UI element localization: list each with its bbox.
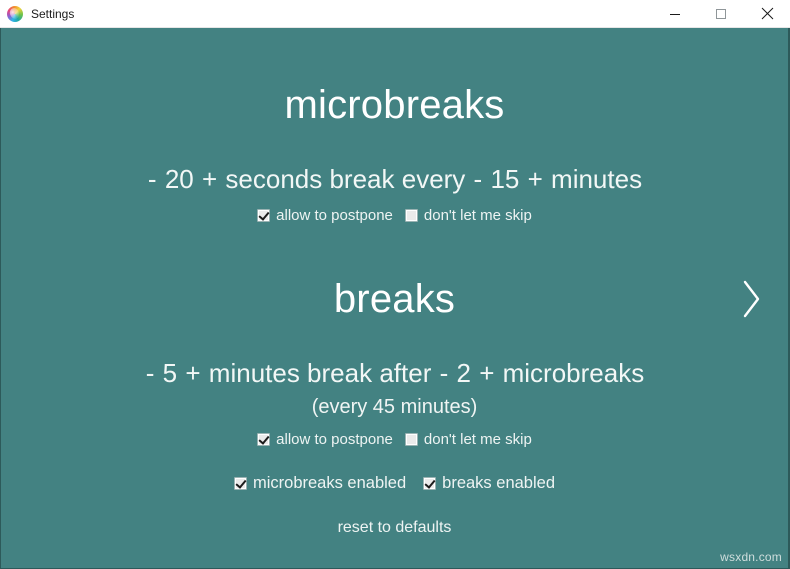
breaks-enabled-option[interactable]: breaks enabled: [423, 475, 555, 492]
app-spiral-icon: [7, 5, 23, 22]
breaks-frequency-note: (every 45 minutes): [311, 396, 478, 419]
microbreaks-enabled-checkbox[interactable]: [233, 476, 247, 490]
breaks-duration-decrement[interactable]: -: [145, 358, 156, 388]
microbreaks-enabled-option[interactable]: microbreaks enabled: [233, 474, 407, 493]
microbreaks-dont-skip-label: don't let me skip: [423, 206, 532, 224]
breaks-allow-postpone-label: allow to postpone: [276, 431, 393, 449]
next-page-button[interactable]: [734, 275, 768, 327]
breaks-dont-skip-checkbox[interactable]: [404, 433, 418, 447]
microbreaks-interval-increment[interactable]: +: [527, 165, 544, 194]
breaks-duration-value: 5: [162, 357, 178, 388]
microbreaks-enabled-label: microbreaks enabled: [252, 474, 407, 493]
microbreaks-duration-increment[interactable]: +: [201, 165, 218, 194]
minimize-button[interactable]: [652, 0, 698, 27]
chevron-right-icon: [739, 277, 763, 326]
microbreaks-duration-decrement[interactable]: -: [147, 165, 158, 194]
close-button[interactable]: [744, 0, 790, 27]
microbreaks-interval-unit: minutes: [551, 164, 643, 194]
microbreaks-duration-unit: seconds break every: [225, 164, 466, 194]
microbreaks-duration-value: 20: [164, 164, 194, 194]
microbreaks-section-title: microbreaks: [284, 83, 505, 127]
breaks-count-value: 2: [456, 357, 471, 388]
breaks-dont-skip-label: don't let me skip: [423, 431, 532, 449]
settings-window: Settings microbreaks - 20 + seconds brea…: [0, 0, 790, 569]
breaks-allow-postpone-checkbox[interactable]: [257, 433, 271, 447]
microbreaks-dont-skip-checkbox[interactable]: [404, 208, 418, 222]
breaks-options-row: allow to postpone don't let me skip: [1, 432, 788, 447]
breaks-allow-postpone-option[interactable]: allow to postpone: [257, 432, 393, 447]
breaks-settings-line: - 5 + minutes break after - 2 + microbre…: [1, 357, 788, 388]
breaks-duration-increment[interactable]: +: [184, 358, 201, 388]
microbreaks-allow-postpone-checkbox[interactable]: [257, 208, 271, 222]
titlebar-left-group: Settings: [0, 5, 75, 22]
maximize-icon: [715, 8, 727, 20]
window-titlebar: Settings: [0, 0, 790, 28]
breaks-section-title: breaks: [333, 276, 456, 321]
breaks-duration-unit: minutes break after: [208, 357, 432, 388]
window-title: Settings: [31, 6, 75, 21]
microbreaks-dont-skip-option[interactable]: don't let me skip: [404, 206, 532, 224]
microbreaks-interval-value: 15: [490, 164, 520, 194]
watermark: wsxdn.com: [720, 550, 782, 564]
microbreaks-interval-decrement[interactable]: -: [473, 165, 484, 194]
close-icon: [761, 7, 774, 20]
settings-content: microbreaks - 20 + seconds break every -…: [0, 28, 790, 569]
enabled-options-row: microbreaks enabled breaks enabled: [1, 475, 788, 492]
microbreaks-allow-postpone-label: allow to postpone: [276, 206, 393, 224]
microbreaks-settings-line: - 20 + seconds break every - 15 + minute…: [1, 165, 788, 194]
minimize-icon: [669, 8, 681, 20]
reset-to-defaults-link[interactable]: reset to defaults: [1, 519, 788, 537]
breaks-count-decrement[interactable]: -: [439, 358, 450, 388]
maximize-button[interactable]: [698, 0, 744, 27]
microbreaks-options-row: allow to postpone don't let me skip: [1, 208, 788, 223]
window-controls: [652, 0, 790, 27]
microbreaks-allow-postpone-option[interactable]: allow to postpone: [257, 208, 393, 223]
breaks-count-increment[interactable]: +: [478, 358, 495, 388]
breaks-enabled-checkbox[interactable]: [423, 476, 437, 490]
breaks-count-unit: microbreaks: [502, 357, 645, 388]
breaks-enabled-label: breaks enabled: [442, 474, 555, 493]
breaks-dont-skip-option[interactable]: don't let me skip: [404, 431, 532, 449]
